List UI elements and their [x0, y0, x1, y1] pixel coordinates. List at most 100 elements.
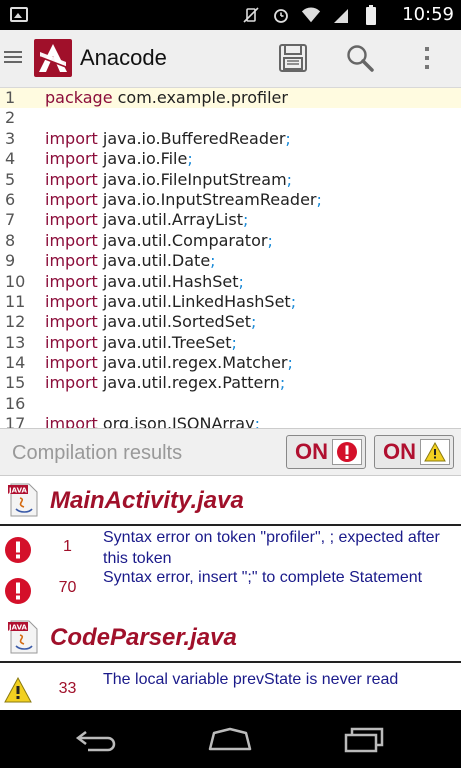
code-line[interactable]: 11 import java.util.LinkedHashSet; — [0, 292, 461, 312]
file-name: MainActivity.java — [50, 487, 244, 514]
back-icon — [75, 731, 116, 752]
overflow-menu-button[interactable] — [409, 40, 445, 76]
code-line[interactable]: 15 import java.util.regex.Pattern; — [0, 373, 461, 393]
navigation-bar — [0, 712, 461, 768]
semicolon: ; — [279, 373, 286, 393]
warnings-toggle-button[interactable]: ON — [374, 435, 454, 469]
line-number: 6 — [5, 189, 16, 209]
app-logo[interactable] — [34, 39, 72, 77]
keyword: import — [45, 210, 98, 230]
identifier: java.util.HashSet — [97, 271, 239, 291]
home-icon — [208, 727, 252, 751]
warning-icon — [4, 676, 32, 705]
line-number: 10 — [5, 271, 26, 291]
semicolon: ; — [254, 414, 260, 428]
semicolon: ; — [290, 291, 297, 311]
code-text: import java.io.BufferedReader; — [45, 129, 291, 149]
line-number: 11 — [5, 291, 26, 311]
svg-text:JAVA: JAVA — [8, 624, 27, 632]
identifier: java.util.ArrayList — [97, 210, 243, 230]
compilation-results-list: JAVA MainActivity.java 1 Syntax error on to… — [0, 476, 461, 710]
code-text: import java.util.regex.Pattern; — [45, 373, 285, 393]
anacode-logo-icon — [39, 44, 67, 72]
code-line[interactable]: 7 import java.util.ArrayList; — [0, 210, 461, 230]
semicolon: ; — [231, 332, 237, 352]
identifier: java.io.BufferedReader — [97, 128, 286, 148]
code-text: import java.io.FileInputStream; — [45, 170, 292, 190]
search-button[interactable] — [342, 40, 378, 76]
code-text: import org.json.JSONArray; — [45, 414, 260, 428]
identifier: java.io.File — [97, 149, 188, 169]
keyword: import — [45, 169, 98, 189]
semicolon: ; — [187, 149, 193, 169]
code-line[interactable]: 3 import java.io.BufferedReader; — [0, 129, 461, 149]
line-number: 16 — [5, 393, 26, 413]
semicolon: ; — [287, 353, 293, 373]
keyword: import — [45, 128, 98, 148]
keyword: import — [45, 312, 98, 332]
search-icon — [347, 45, 374, 72]
line-number: 7 — [5, 210, 16, 230]
code-text: import java.io.File; — [45, 149, 193, 169]
error-message: Syntax error, insert ";" to complete Sta… — [103, 569, 423, 586]
warning-icon — [424, 442, 446, 462]
file-header[interactable]: JAVA CodeParser.java — [0, 613, 461, 663]
svg-text:JAVA: JAVA — [8, 487, 27, 495]
identifier: java.io.FileInputStream — [97, 169, 287, 189]
error-icon — [4, 577, 32, 605]
errors-toggle-button[interactable]: ON — [286, 435, 366, 469]
alarm-icon — [271, 5, 291, 25]
identifier: java.util.SortedSet — [97, 312, 251, 332]
semicolon: ; — [285, 128, 291, 148]
keyword: import — [45, 414, 98, 428]
code-line[interactable]: 1 package com.example.profiler — [0, 88, 461, 109]
drawer-menu-icon[interactable] — [4, 48, 22, 66]
line-number: 4 — [5, 149, 16, 169]
compilation-results-title: Compilation results — [12, 442, 183, 464]
cell-signal-icon — [331, 5, 351, 25]
code-text: import java.util.Date; — [45, 251, 216, 271]
keyword: import — [45, 332, 98, 352]
code-line[interactable]: 4 import java.io.File; — [0, 149, 461, 169]
code-line[interactable]: 9 import java.util.Date; — [0, 251, 461, 271]
identifier: org.json.JSONArray — [97, 414, 255, 428]
code-line[interactable]: 16 — [0, 394, 461, 414]
line-number: 2 — [5, 108, 16, 128]
identifier: java.util.regex.Pattern — [97, 373, 280, 393]
code-line[interactable]: 13 import java.util.TreeSet; — [0, 333, 461, 353]
error-icon — [337, 442, 357, 462]
error-item[interactable]: 70 Syntax error, insert ";" to complete S… — [0, 569, 461, 613]
keyword: import — [45, 189, 98, 209]
code-line[interactable]: 2 — [0, 108, 461, 128]
code-line[interactable]: 17 import org.json.JSONArray; — [0, 414, 461, 428]
errors-toggle-label: ON — [295, 439, 328, 464]
line-number: 8 — [5, 230, 16, 250]
code-editor[interactable]: 1 package com.example.profiler 2 3 import ja… — [0, 88, 461, 428]
code-line[interactable]: 14 import java.util.regex.Matcher; — [0, 353, 461, 373]
warnings-toggle-label: ON — [383, 439, 416, 464]
error-line-number: 1 — [63, 538, 72, 555]
keyword: import — [45, 230, 98, 250]
line-number: 15 — [5, 373, 26, 393]
code-line[interactable]: 5 import java.io.FileInputStream; — [0, 170, 461, 190]
error-item[interactable]: 1 Syntax error on token "profiler", ; exp… — [0, 526, 461, 569]
recents-button[interactable] — [340, 726, 388, 754]
line-number: 1 — [5, 88, 16, 107]
code-text: import java.util.SortedSet; — [45, 312, 256, 332]
code-text: import java.util.HashSet; — [45, 272, 244, 292]
save-button[interactable] — [275, 40, 311, 76]
java-file-icon: JAVA — [7, 619, 41, 655]
warning-item[interactable]: 33 The local variable prevState is never … — [0, 663, 461, 710]
home-button[interactable] — [206, 726, 254, 754]
semicolon: ; — [286, 169, 293, 189]
identifier: java.util.LinkedHashSet — [97, 291, 291, 311]
keyword: import — [45, 271, 98, 291]
code-line[interactable]: 8 import java.util.Comparator; — [0, 231, 461, 251]
code-line[interactable]: 12 import java.util.SortedSet; — [0, 312, 461, 332]
wifi-icon — [301, 5, 321, 25]
code-line[interactable]: 6 import java.io.InputStreamReader; — [0, 190, 461, 210]
code-line[interactable]: 10 import java.util.HashSet; — [0, 272, 461, 292]
battery-icon — [361, 5, 381, 25]
file-header[interactable]: JAVA MainActivity.java — [0, 476, 461, 526]
back-button[interactable] — [72, 726, 120, 754]
